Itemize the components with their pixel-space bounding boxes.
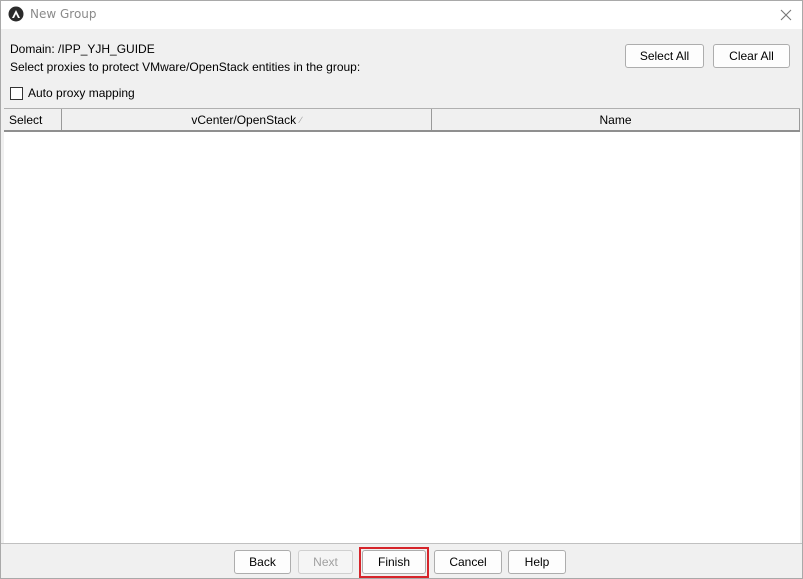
clear-all-button[interactable]: Clear All [713, 44, 790, 68]
next-button: Next [298, 550, 353, 574]
title-bar: New Group [1, 1, 802, 29]
proxy-table: Select vCenter/OpenStack ∕ Name [4, 108, 800, 543]
column-header-select[interactable]: Select [4, 109, 62, 130]
domain-label: Domain: /IPP_YJH_GUIDE [10, 42, 155, 56]
auto-proxy-mapping[interactable]: Auto proxy mapping [10, 86, 135, 100]
column-header-name[interactable]: Name [432, 109, 800, 130]
finish-button[interactable]: Finish [362, 550, 426, 574]
table-header: Select vCenter/OpenStack ∕ Name [4, 109, 800, 132]
column-header-vcenter-label: vCenter/OpenStack [191, 112, 297, 127]
sort-ascending-icon: ∕ [300, 114, 302, 125]
instruction-label: Select proxies to protect VMware/OpenSta… [10, 60, 361, 74]
column-header-select-label: Select [9, 112, 43, 127]
dialog-content: Domain: /IPP_YJH_GUIDE Select proxies to… [3, 31, 800, 543]
app-logo-icon [8, 6, 24, 22]
column-header-vcenter[interactable]: vCenter/OpenStack ∕ [62, 109, 432, 130]
auto-proxy-label: Auto proxy mapping [28, 86, 135, 100]
auto-proxy-checkbox[interactable] [10, 86, 23, 100]
table-body[interactable] [4, 132, 800, 543]
column-header-name-label: Name [599, 112, 632, 127]
window-title: New Group [30, 7, 97, 21]
select-all-button[interactable]: Select All [625, 44, 704, 68]
help-button[interactable]: Help [508, 550, 566, 574]
new-group-dialog: New Group Domain: /IPP_YJH_GUIDE Select … [0, 0, 803, 579]
footer-divider [1, 543, 802, 544]
back-button[interactable]: Back [234, 550, 291, 574]
cancel-button[interactable]: Cancel [434, 550, 502, 574]
close-icon[interactable] [776, 5, 796, 25]
